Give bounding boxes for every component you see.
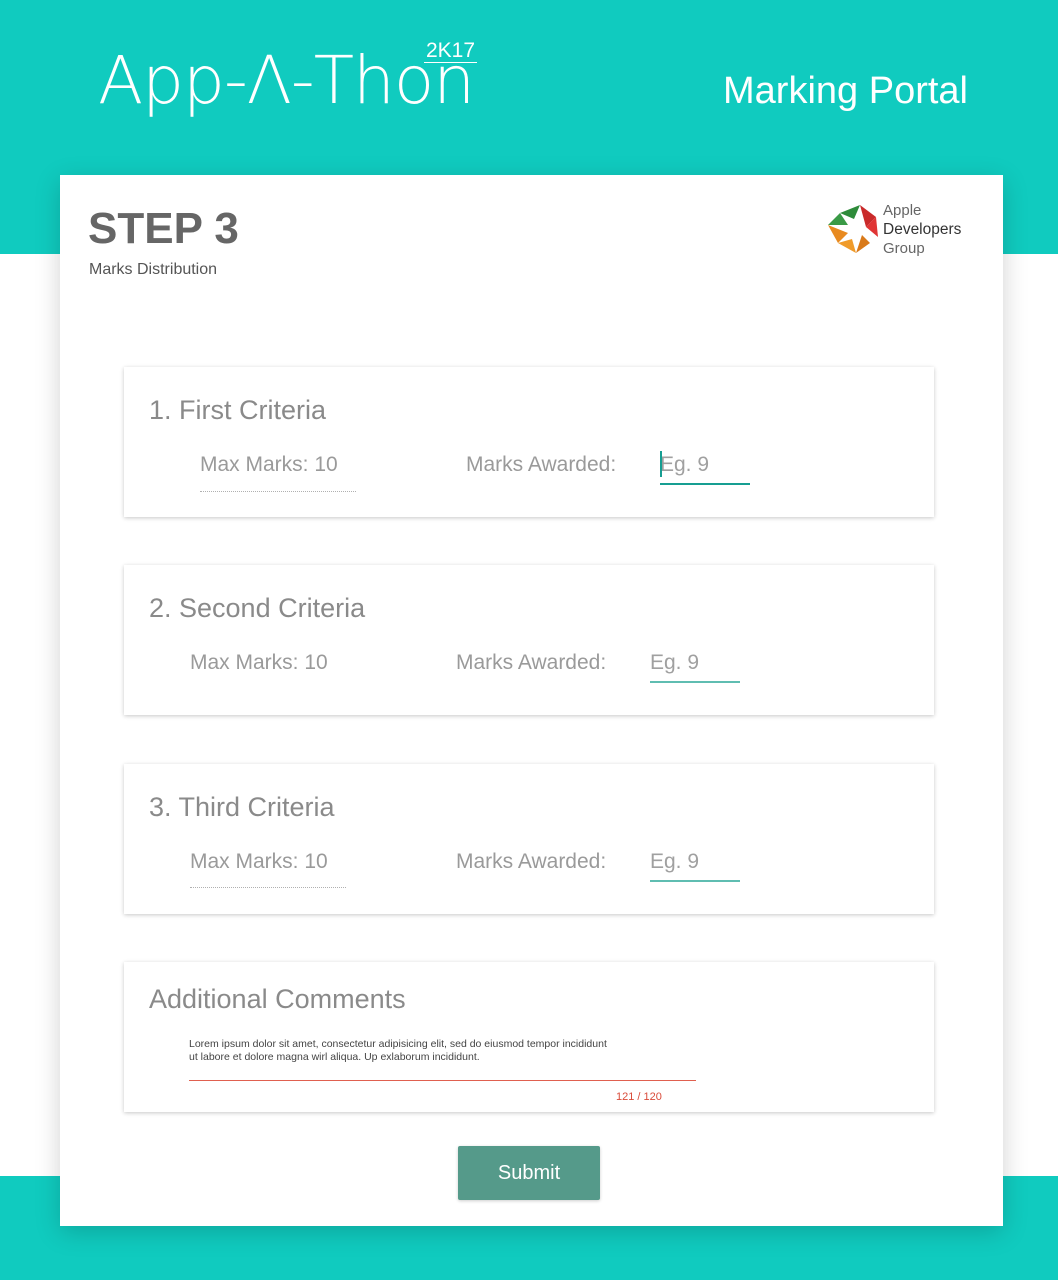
marks-awarded-label: Marks Awarded: <box>456 651 607 674</box>
apple-developers-group-logo: Apple Developers Group <box>826 201 986 261</box>
criteria-card-2: 2. Second Criteria Max Marks: 10 Marks A… <box>124 565 934 715</box>
criteria-card-3: 3. Third Criteria Max Marks: 10 Marks Aw… <box>124 764 934 914</box>
marking-card: STEP 3 Marks Distribution Apple Develope… <box>60 175 1003 1226</box>
comments-textarea[interactable]: Lorem ipsum dolor sit amet, consectetur … <box>189 1038 609 1064</box>
marks-awarded-input-1[interactable] <box>660 447 750 485</box>
portal-title: Marking Portal <box>723 70 968 112</box>
character-counter: 121 / 120 <box>616 1091 662 1103</box>
criteria-card-1: 1. First Criteria Max Marks: 10 Marks Aw… <box>124 367 934 517</box>
max-marks-label: Max Marks: 10 <box>190 850 328 873</box>
marks-awarded-label: Marks Awarded: <box>466 453 617 476</box>
marks-awarded-input-2[interactable] <box>650 645 740 683</box>
max-marks-label: Max Marks: 10 <box>190 651 328 674</box>
marks-awarded-input-3[interactable] <box>650 844 740 882</box>
brand-name: App-Λ-Thon <box>98 42 475 119</box>
adg-emblem-icon <box>828 205 878 253</box>
comments-title: Additional Comments <box>149 984 406 1014</box>
adg-text: Apple Developers Group <box>883 202 962 257</box>
step-title: STEP 3 <box>88 204 239 253</box>
criteria-title: 1. First Criteria <box>149 395 327 425</box>
max-marks-underline <box>190 887 346 888</box>
criteria-title: 3. Third Criteria <box>149 792 335 822</box>
submit-button[interactable]: Submit <box>458 1146 600 1200</box>
additional-comments-card: Additional Comments Lorem ipsum dolor si… <box>124 962 934 1112</box>
max-marks-label: Max Marks: 10 <box>200 453 338 476</box>
criteria-title: 2. Second Criteria <box>149 593 366 623</box>
marks-awarded-label: Marks Awarded: <box>456 850 607 873</box>
brand-year: 2K17 <box>424 39 478 63</box>
text-caret <box>660 451 662 477</box>
max-marks-underline <box>200 491 356 492</box>
step-subtitle: Marks Distribution <box>89 261 218 278</box>
comments-underline <box>189 1080 696 1081</box>
